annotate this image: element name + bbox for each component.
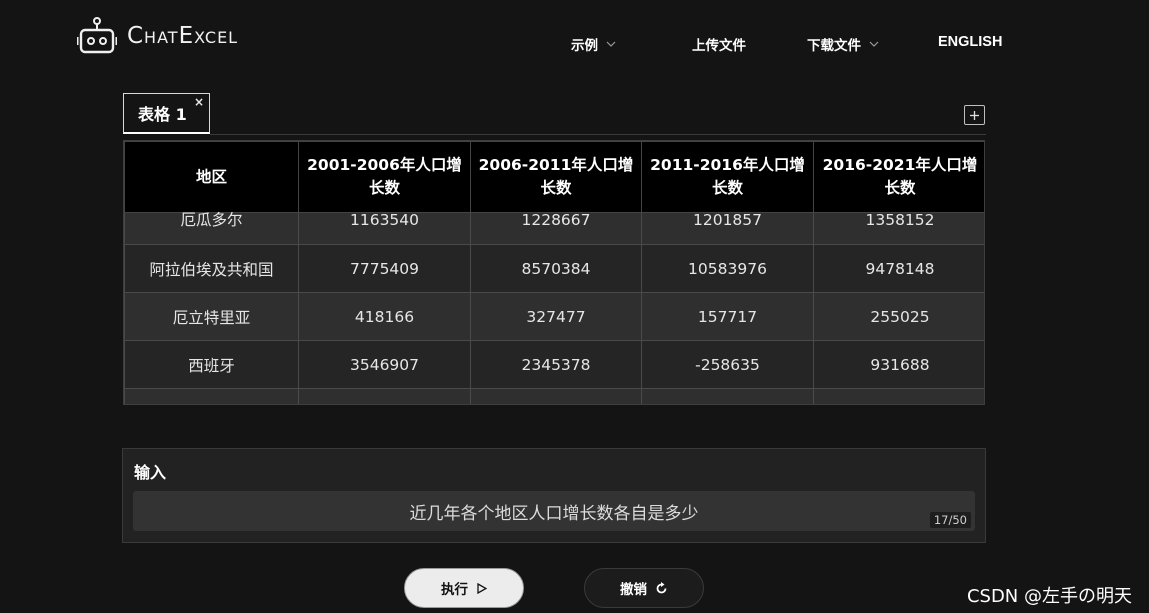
table-row: [124, 388, 984, 404]
query-input[interactable]: 近几年各个地区人口增长数各自是多少 17/50: [133, 491, 975, 531]
run-button-label: 执行: [441, 582, 468, 598]
undo-icon: [655, 581, 668, 595]
query-input-text: 近几年各个地区人口增长数各自是多少: [409, 503, 699, 524]
table-cell: 1228667: [470, 212, 642, 245]
table-cell: 1358152: [813, 212, 984, 245]
table-cell: 厄瓜多尔: [124, 212, 299, 245]
table-cell: [813, 388, 984, 404]
chevron-down-icon: [869, 41, 879, 47]
nav-language-label: ENGLISH: [938, 34, 1003, 50]
close-icon[interactable]: ×: [194, 95, 204, 109]
table-cell: 931688: [813, 340, 984, 389]
table-cell: 1163540: [298, 212, 471, 245]
tab-divider: [210, 134, 986, 135]
table-cell: 10583976: [641, 244, 814, 293]
table-cell: 西班牙: [124, 340, 299, 389]
nav-download-label: 下载文件: [807, 38, 861, 54]
undo-button-label: 撤销: [620, 582, 647, 598]
top-nav: 示例 上传文件 下载文件 ENGLISH: [0, 34, 1149, 54]
run-button[interactable]: 执行: [404, 568, 524, 608]
table-cell: 3546907: [298, 340, 471, 389]
column-header: 2016-2021年人口增长数: [813, 141, 984, 213]
data-table-container[interactable]: 地区 2001-2006年人口增长数 2006-2011年人口增长数 2011-…: [123, 140, 985, 405]
add-tab-button[interactable]: [964, 105, 985, 125]
data-table: 地区 2001-2006年人口增长数 2006-2011年人口增长数 2011-…: [124, 141, 984, 404]
table-cell: -258635: [641, 340, 814, 389]
table-cell: 418166: [298, 292, 471, 341]
column-header: 2011-2016年人口增长数: [641, 141, 814, 213]
table-row: 阿拉伯埃及共和国 7775409 8570384 10583976 947814…: [124, 244, 984, 293]
table-cell: [298, 388, 471, 404]
nav-upload[interactable]: 上传文件: [692, 34, 746, 54]
undo-button[interactable]: 撤销: [584, 568, 704, 608]
watermark: CSDN @左手の明天: [966, 586, 1132, 607]
table-cell: 8570384: [470, 244, 642, 293]
nav-language[interactable]: ENGLISH: [938, 34, 1002, 50]
table-cell: 阿拉伯埃及共和国: [124, 244, 299, 293]
table-row: 厄瓜多尔 1163540 1228667 1201857 1358152: [124, 212, 984, 245]
char-counter: 17/50: [929, 512, 971, 528]
table-cell: [641, 388, 814, 404]
table-row: 西班牙 3546907 2345378 -258635 931688: [124, 340, 984, 389]
table-header-row: 地区 2001-2006年人口增长数 2006-2011年人口增长数 2011-…: [124, 141, 984, 213]
table-cell: 327477: [470, 292, 642, 341]
nav-examples[interactable]: 示例: [571, 34, 616, 54]
table-cell: 厄立特里亚: [124, 292, 299, 341]
table-cell: 7775409: [298, 244, 471, 293]
table-cell: 1201857: [641, 212, 814, 245]
column-header: 2006-2011年人口增长数: [470, 141, 642, 213]
table-row: 厄立特里亚 418166 327477 157717 255025: [124, 292, 984, 341]
nav-upload-label: 上传文件: [692, 38, 746, 54]
column-header: 地区: [124, 141, 299, 213]
app-page: ChatExcel 示例 上传文件 下载文件 ENGLISH 表格 1 × 地区…: [0, 0, 1149, 613]
tab-table-1[interactable]: 表格 1 ×: [123, 93, 210, 134]
nav-examples-label: 示例: [571, 38, 598, 54]
chevron-down-icon: [606, 41, 616, 47]
table-cell: 9478148: [813, 244, 984, 293]
column-header: 2001-2006年人口增长数: [298, 141, 471, 213]
input-panel: 输入 近几年各个地区人口增长数各自是多少 17/50: [122, 448, 986, 543]
input-label: 输入: [134, 463, 167, 482]
table-cell: [470, 388, 642, 404]
table-cell: 157717: [641, 292, 814, 341]
table-cell: 2345378: [470, 340, 642, 389]
tab-label: 表格 1: [138, 105, 187, 124]
table-cell: 255025: [813, 292, 984, 341]
table-cell: [124, 388, 299, 404]
plus-icon: [970, 110, 979, 120]
play-icon: [476, 582, 487, 594]
nav-download[interactable]: 下载文件: [807, 34, 879, 54]
